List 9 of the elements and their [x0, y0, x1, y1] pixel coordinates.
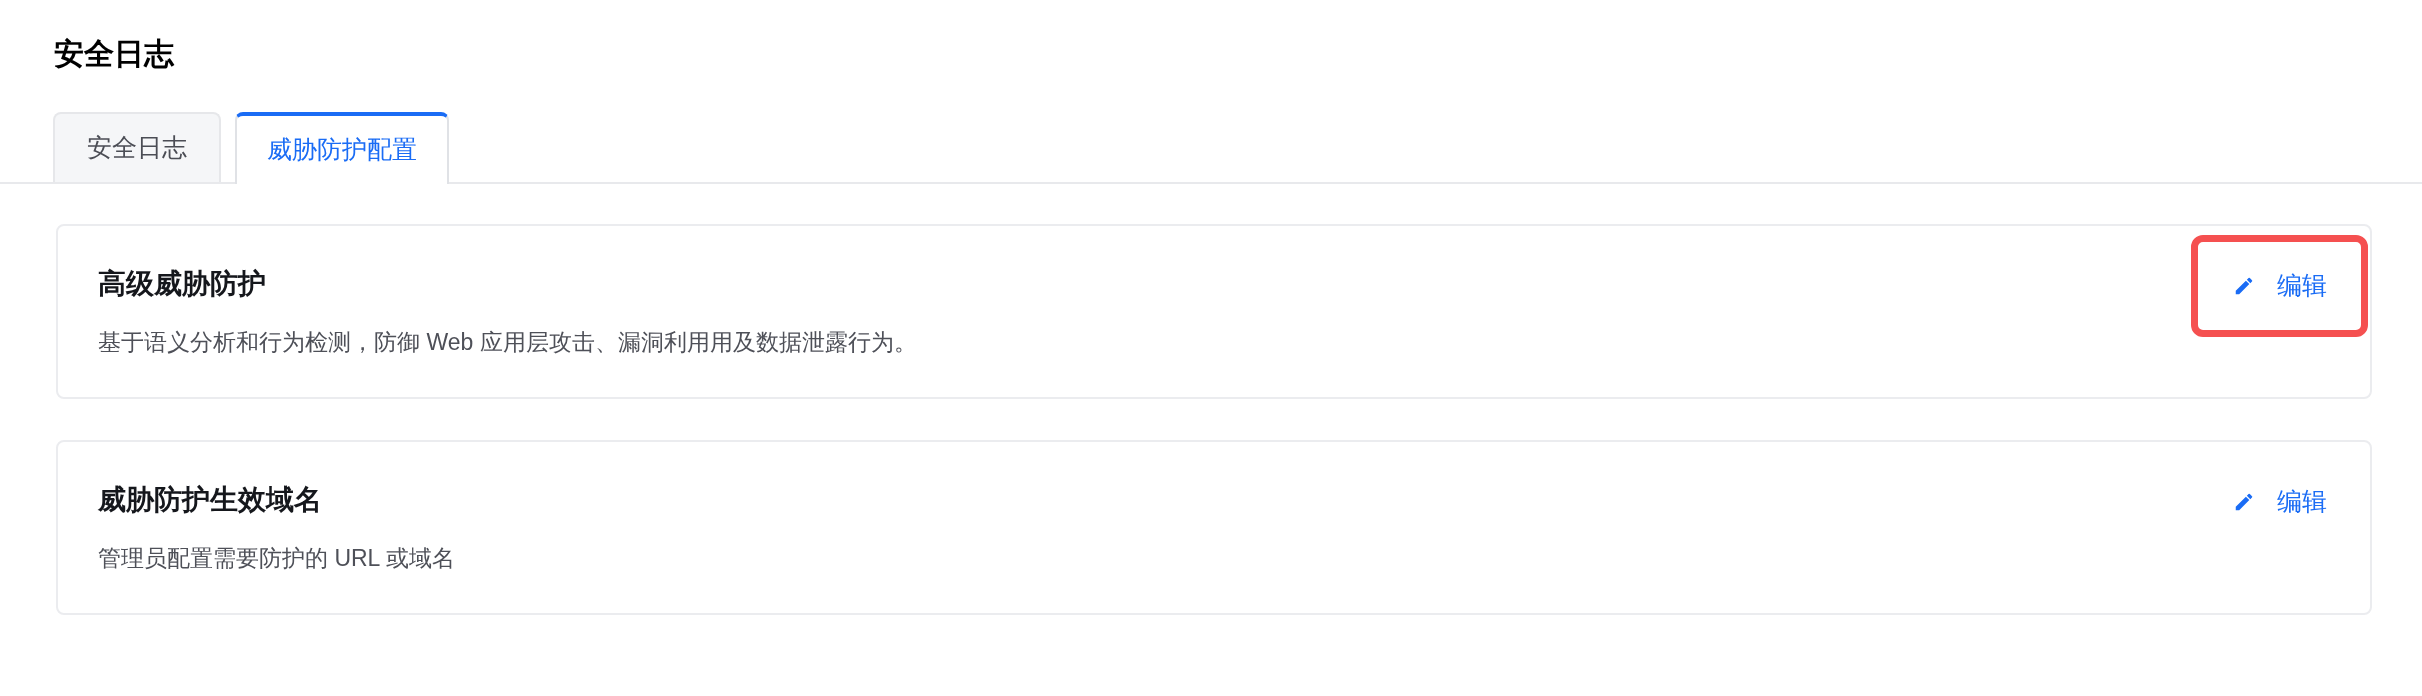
edit-button[interactable]: 编辑 — [2191, 451, 2368, 553]
card-description: 基于语义分析和行为检测，防御 Web 应用层攻击、漏洞利用用及数据泄露行为。 — [98, 327, 917, 357]
card-description: 管理员配置需要防护的 URL 或域名 — [98, 543, 455, 573]
tab[interactable]: 安全日志 — [53, 112, 221, 182]
card-title: 威胁防护生效域名 — [98, 482, 323, 517]
edit-button[interactable]: 编辑 — [2191, 235, 2368, 337]
tab[interactable]: 威胁防护配置 — [235, 112, 449, 184]
page-title: 安全日志 — [54, 36, 175, 72]
card-title: 高级威胁防护 — [98, 266, 267, 301]
